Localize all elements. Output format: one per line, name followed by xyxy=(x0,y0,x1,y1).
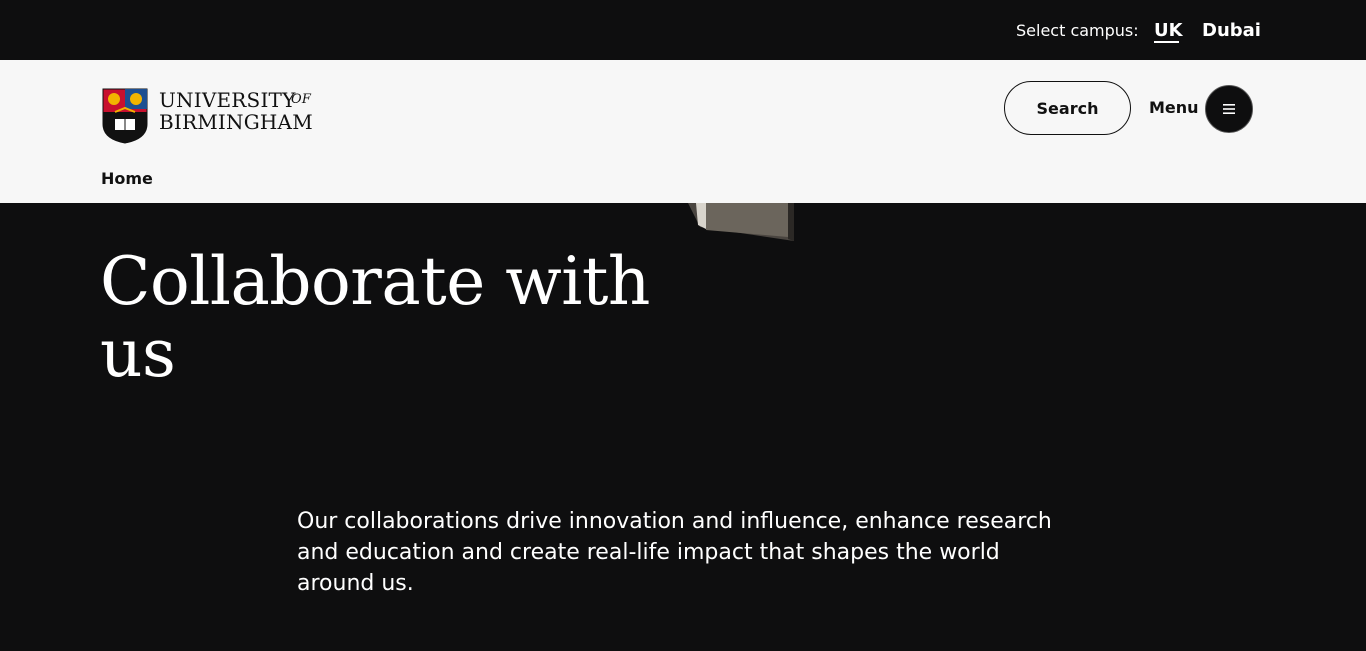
university-logo[interactable]: UNIVERSITY OF BIRMINGHAM xyxy=(102,88,322,144)
logo-of: OF xyxy=(291,92,312,107)
search-button[interactable]: Search xyxy=(1004,81,1131,135)
selected-campus-underline xyxy=(1154,41,1179,43)
campus-option-dubai[interactable]: Dubai xyxy=(1202,20,1261,42)
crest-icon xyxy=(102,88,148,144)
intro-paragraph: Our collaborations drive innovation and … xyxy=(297,509,1052,596)
breadcrumb-home[interactable]: Home xyxy=(101,169,153,189)
logo-line2: BIRMINGHAM xyxy=(159,110,313,134)
campus-selector-bar: Select campus: UK Dubai xyxy=(0,0,1366,60)
logo-line1: UNIVERSITY xyxy=(159,88,296,112)
site-header: UNIVERSITY OF BIRMINGHAM Search Menu Hom… xyxy=(0,60,1366,203)
hero-image xyxy=(688,203,794,241)
menu-button[interactable] xyxy=(1205,85,1253,133)
campus-option-uk[interactable]: UK xyxy=(1154,20,1183,42)
page-title: Collaborate with us xyxy=(100,243,650,392)
menu-label[interactable]: Menu xyxy=(1149,98,1199,118)
campus-label: Select campus: xyxy=(1016,21,1139,40)
hamburger-icon xyxy=(1223,104,1235,114)
